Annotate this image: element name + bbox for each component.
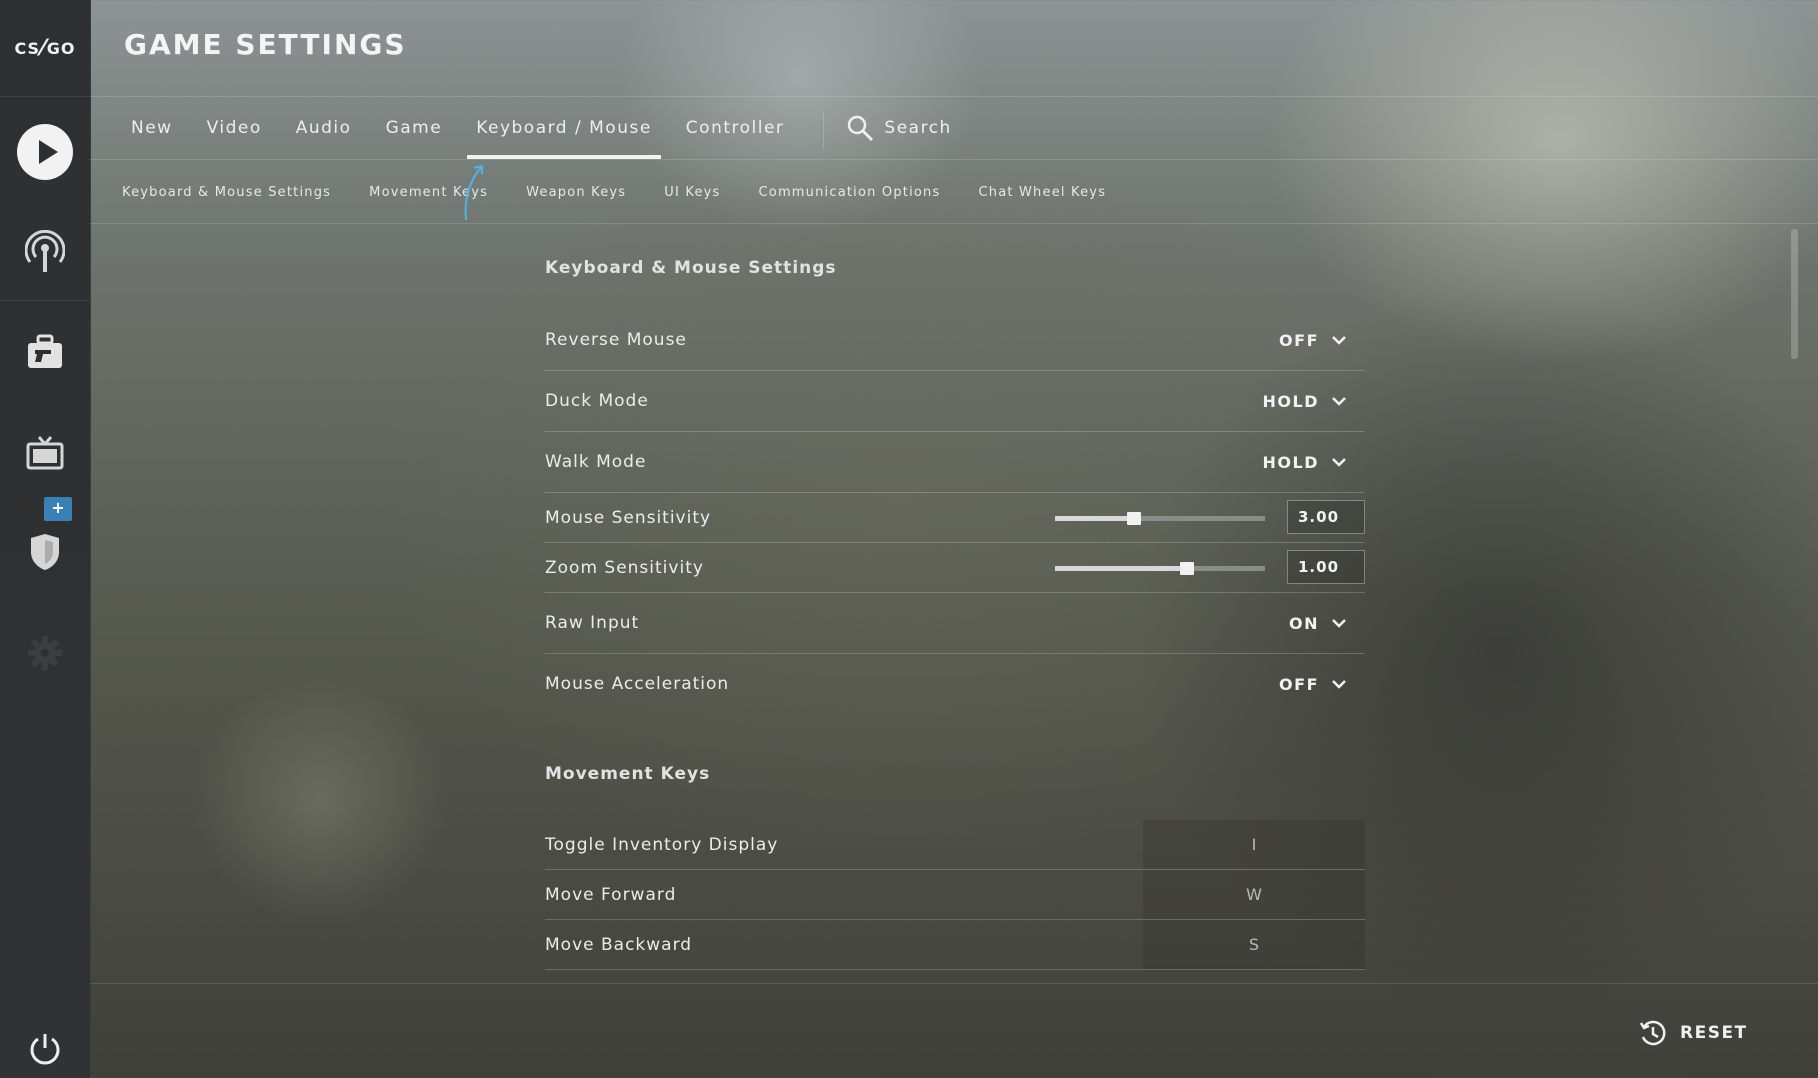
dropdown-value: ON (1289, 613, 1319, 633)
subtab-communication-options[interactable]: Communication Options (759, 185, 941, 200)
subtabs-divider (90, 223, 1818, 224)
keybind-row: Move Forward W (545, 870, 1365, 920)
shield-icon (31, 534, 59, 570)
reset-button[interactable]: RESET (1638, 1018, 1748, 1048)
subtab-weapon-keys[interactable]: Weapon Keys (526, 185, 626, 200)
pointer-arrow-icon (464, 164, 483, 221)
slider-knob[interactable] (1180, 561, 1195, 575)
chevron-down-icon (1332, 680, 1346, 689)
setting-label: Mouse Acceleration (545, 674, 730, 694)
search-button[interactable]: Search (846, 97, 951, 159)
sidebar-item-profile[interactable] (0, 517, 90, 587)
keybind-label: Toggle Inventory Display (545, 834, 779, 855)
subtabs: Keyboard & Mouse Settings Movement Keys … (122, 160, 1144, 224)
setting-label: Walk Mode (545, 452, 647, 472)
gear-icon (28, 636, 62, 670)
keybind-button[interactable]: I (1143, 820, 1365, 869)
logo-text-cs: CS (14, 38, 41, 58)
sidebar: CS ⁄ GO + (0, 0, 91, 1078)
tab-audio[interactable]: Audio (279, 97, 369, 159)
sidebar-item-inventory[interactable] (0, 317, 90, 387)
setting-row-zoom-sensitivity: Zoom Sensitivity 1.00 (545, 543, 1365, 593)
briefcase-icon (28, 334, 62, 368)
slider-fill (1055, 565, 1188, 571)
mouse-acceleration-dropdown[interactable]: OFF (1279, 675, 1347, 694)
reverse-mouse-dropdown[interactable]: OFF (1279, 331, 1347, 350)
keybind-row: Move Backward S (545, 920, 1365, 970)
sidebar-item-broadcast[interactable] (0, 217, 90, 287)
subtab-keyboard-mouse-settings[interactable]: Keyboard & Mouse Settings (122, 185, 331, 200)
setting-row-mouse-sensitivity: Mouse Sensitivity 3.00 (545, 493, 1365, 543)
dropdown-value: HOLD (1262, 452, 1319, 472)
sidebar-item-settings[interactable] (0, 618, 90, 688)
logo-slash: ⁄ (41, 35, 46, 61)
main-tabs: New Video Audio Game Keyboard / Mouse Co… (114, 97, 952, 159)
dropdown-value: OFF (1279, 330, 1319, 350)
settings-content: Keyboard & Mouse Settings Reverse Mouse … (545, 225, 1365, 970)
setting-label: Duck Mode (545, 391, 649, 411)
duck-mode-dropdown[interactable]: HOLD (1263, 392, 1347, 411)
tab-new[interactable]: New (114, 97, 190, 159)
setting-label: Zoom Sensitivity (545, 557, 704, 578)
power-icon (30, 1034, 60, 1065)
subtab-chat-wheel-keys[interactable]: Chat Wheel Keys (978, 185, 1106, 200)
footer-divider (90, 983, 1818, 984)
chevron-down-icon (1332, 336, 1346, 345)
zoom-sensitivity-slider[interactable] (1055, 561, 1265, 575)
setting-label: Reverse Mouse (545, 330, 687, 350)
sidebar-item-power[interactable] (0, 1014, 90, 1078)
tv-icon (26, 436, 64, 470)
section-title-movement-keys: Movement Keys (545, 764, 711, 784)
setting-row-reverse-mouse: Reverse Mouse OFF (545, 310, 1365, 371)
chevron-down-icon (1332, 397, 1346, 406)
tab-video[interactable]: Video (190, 97, 279, 159)
setting-row-duck-mode: Duck Mode HOLD (545, 371, 1365, 432)
keybind-button[interactable]: W (1143, 870, 1365, 919)
slider-knob[interactable] (1126, 511, 1141, 525)
sidebar-item-watch[interactable] (0, 418, 90, 488)
chevron-down-icon (1332, 458, 1346, 467)
zoom-sensitivity-input[interactable]: 1.00 (1287, 549, 1365, 584)
keybind-label: Move Backward (545, 934, 693, 955)
csgo-logo[interactable]: CS ⁄ GO (0, 0, 90, 97)
tab-controller[interactable]: Controller (669, 97, 802, 159)
reset-history-icon (1639, 1020, 1666, 1046)
subtab-ui-keys[interactable]: UI Keys (664, 185, 720, 200)
sidebar-divider (0, 300, 90, 301)
mouse-sensitivity-input[interactable]: 3.00 (1287, 499, 1365, 534)
page-title: GAME SETTINGS (124, 28, 407, 61)
dropdown-value: OFF (1279, 674, 1319, 694)
tab-keyboard-mouse[interactable]: Keyboard / Mouse (459, 97, 669, 159)
search-label: Search (884, 118, 952, 138)
tab-divider (823, 111, 825, 149)
walk-mode-dropdown[interactable]: HOLD (1263, 453, 1347, 472)
section-title-keyboard-mouse: Keyboard & Mouse Settings (545, 258, 837, 278)
dropdown-value: HOLD (1262, 391, 1319, 411)
keybind-button[interactable]: S (1143, 920, 1365, 969)
scrollbar[interactable] (1791, 229, 1798, 359)
raw-input-dropdown[interactable]: ON (1289, 614, 1347, 633)
antenna-icon (25, 230, 65, 272)
search-icon (848, 115, 874, 142)
setting-row-walk-mode: Walk Mode HOLD (545, 432, 1365, 493)
setting-label: Mouse Sensitivity (545, 507, 712, 528)
setting-label: Raw Input (545, 613, 640, 633)
reset-label: RESET (1680, 1023, 1748, 1043)
tab-game[interactable]: Game (369, 97, 460, 159)
setting-row-mouse-acceleration: Mouse Acceleration OFF (545, 654, 1365, 714)
sidebar-item-play[interactable] (0, 117, 90, 187)
setting-row-raw-input: Raw Input ON (545, 593, 1365, 654)
keybind-row: Toggle Inventory Display I (545, 820, 1365, 870)
notification-badge: + (44, 497, 72, 521)
logo-text-go: GO (46, 38, 76, 58)
slider-fill (1055, 515, 1134, 521)
play-icon (17, 124, 73, 180)
keybind-label: Move Forward (545, 884, 677, 905)
chevron-down-icon (1332, 619, 1346, 628)
mouse-sensitivity-slider[interactable] (1055, 511, 1265, 525)
